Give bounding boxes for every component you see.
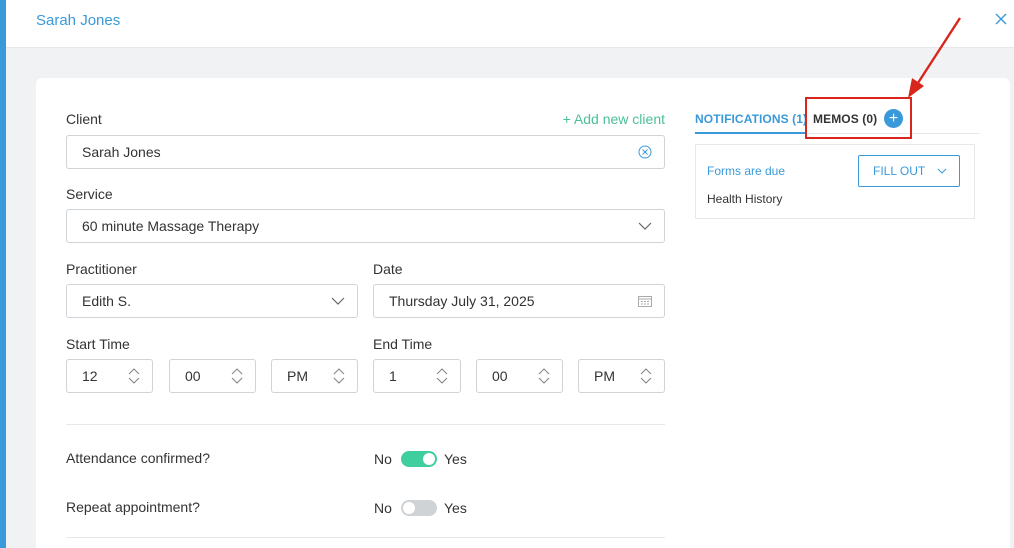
attendance-yes-label: Yes <box>444 451 467 467</box>
arrow-annotation <box>908 17 962 98</box>
client-input[interactable]: Sarah Jones <box>66 135 665 169</box>
service-label: Service <box>66 186 113 202</box>
spinner-icon[interactable] <box>436 368 448 384</box>
tab-notifications[interactable]: NOTIFICATIONS (1) <box>695 112 808 134</box>
service-value: 60 minute Massage Therapy <box>82 218 260 234</box>
toggle-knob <box>403 502 415 514</box>
start-hour-stepper[interactable]: 12 <box>66 359 153 393</box>
clear-icon[interactable] <box>638 145 652 159</box>
attendance-label: Attendance confirmed? <box>66 450 210 466</box>
end-time-label: End Time <box>373 336 433 352</box>
practitioner-value: Edith S. <box>82 293 132 309</box>
start-ampm-stepper[interactable]: PM <box>271 359 358 393</box>
close-icon[interactable] <box>994 12 1008 26</box>
divider <box>66 537 665 538</box>
date-label: Date <box>373 261 403 277</box>
client-value: Sarah Jones <box>82 144 161 160</box>
service-select[interactable]: 60 minute Massage Therapy <box>66 209 665 243</box>
practitioner-select[interactable]: Edith S. <box>66 284 358 318</box>
fill-out-button[interactable]: FILL OUT <box>858 155 960 187</box>
end-hour-stepper[interactable]: 1 <box>373 359 461 393</box>
notification-card: Forms are due Health History FILL OUT <box>695 144 975 219</box>
spinner-icon[interactable] <box>231 368 243 384</box>
end-ampm-value: PM <box>594 368 615 384</box>
spinner-icon[interactable] <box>333 368 345 384</box>
start-ampm-value: PM <box>287 368 308 384</box>
notification-item: Health History <box>707 192 783 206</box>
repeat-yes-label: Yes <box>444 500 467 516</box>
spinner-icon[interactable] <box>128 368 140 384</box>
spinner-icon[interactable] <box>640 368 652 384</box>
calendar-icon[interactable] <box>638 295 652 307</box>
chevron-down-icon <box>937 168 947 174</box>
header: Sarah Jones <box>6 0 1014 48</box>
toggle-knob <box>423 453 435 465</box>
date-input[interactable]: Thursday July 31, 2025 <box>373 284 665 318</box>
spinner-icon[interactable] <box>538 368 550 384</box>
end-minute-stepper[interactable]: 00 <box>476 359 563 393</box>
divider <box>66 424 665 425</box>
end-hour-value: 1 <box>389 368 397 384</box>
start-time-label: Start Time <box>66 336 130 352</box>
repeat-no-label: No <box>374 500 392 516</box>
start-minute-value: 00 <box>185 368 201 384</box>
repeat-toggle[interactable] <box>401 500 437 516</box>
attendance-no-label: No <box>374 451 392 467</box>
date-value: Thursday July 31, 2025 <box>389 293 535 309</box>
client-label: Client <box>66 111 102 127</box>
attendance-toggle[interactable] <box>401 451 437 467</box>
chevron-down-icon <box>331 297 345 305</box>
add-new-client-link[interactable]: + Add new client <box>563 111 665 127</box>
left-accent-bar <box>0 0 6 548</box>
fill-out-label: FILL OUT <box>873 164 926 178</box>
page-title: Sarah Jones <box>36 12 121 29</box>
practitioner-label: Practitioner <box>66 261 137 277</box>
appointment-card: Client + Add new client Sarah Jones Serv… <box>36 78 1010 548</box>
repeat-label: Repeat appointment? <box>66 499 200 515</box>
chevron-down-icon <box>638 222 652 230</box>
start-hour-value: 12 <box>82 368 98 384</box>
end-minute-value: 00 <box>492 368 508 384</box>
end-ampm-stepper[interactable]: PM <box>578 359 665 393</box>
start-minute-stepper[interactable]: 00 <box>169 359 256 393</box>
annotation-highlight-box <box>805 97 912 139</box>
notification-title: Forms are due <box>707 164 786 178</box>
